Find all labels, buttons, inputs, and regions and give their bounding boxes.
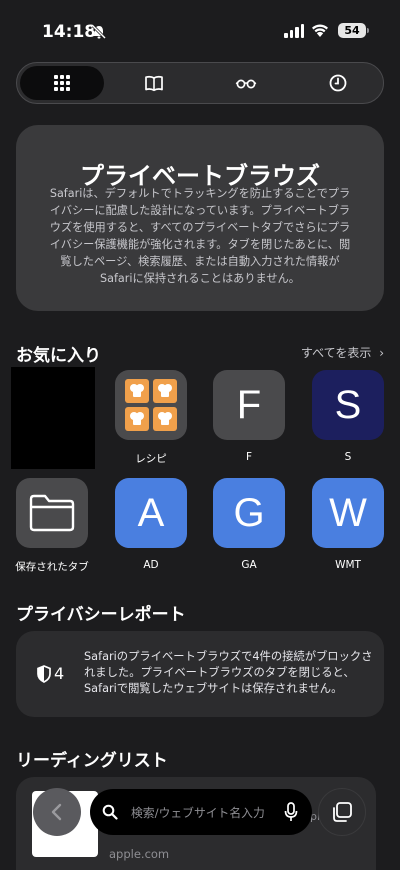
microphone-icon[interactable] — [284, 802, 298, 822]
folder-icon — [29, 494, 75, 532]
redacted-favorite — [11, 367, 95, 469]
favorite-tile: W — [312, 478, 384, 548]
glasses-icon — [235, 79, 257, 89]
bell-slash-icon — [91, 24, 107, 40]
show-all-link[interactable]: すべてを表示 › — [301, 344, 384, 361]
privacy-report-card[interactable]: 4 Safariのプライベートブラウズで4件の接続がブロックされました。プライベ… — [16, 631, 384, 717]
reading-list-tab[interactable] — [204, 66, 288, 100]
cellular-signal-icon — [284, 24, 304, 38]
chevron-right-icon: › — [379, 346, 384, 360]
tab-groups-tab[interactable] — [20, 66, 104, 100]
show-all-label: すべてを表示 — [300, 346, 372, 360]
favorite-tile — [115, 370, 187, 440]
favorite-tile: F — [213, 370, 285, 440]
favorite-wmt[interactable]: W WMT — [311, 478, 385, 571]
favorite-tile — [16, 478, 88, 548]
search-placeholder: 検索/ウェブサイト名入力 — [131, 805, 265, 820]
tabs-overview-button[interactable] — [318, 788, 366, 836]
battery-indicator: 54 — [338, 23, 366, 38]
favorite-label: WMT — [335, 559, 361, 571]
privacy-report-text: Safariのプライベートブラウズで4件の接続がブロックされました。プライベート… — [84, 650, 373, 695]
favorite-tile: A — [115, 478, 187, 548]
search-input[interactable]: 検索/ウェブサイト名入力 — [90, 789, 312, 835]
favorite-label: 保存されたタブ — [15, 561, 89, 573]
favorite-label: GA — [241, 559, 257, 571]
favorite-tile: G — [213, 478, 285, 548]
back-button[interactable] — [33, 788, 81, 836]
favorite-recipes[interactable]: レシピ — [114, 370, 188, 466]
chevron-left-icon — [51, 803, 62, 821]
history-tab[interactable] — [296, 66, 380, 100]
favorite-label: レシピ — [135, 453, 167, 465]
search-icon — [102, 804, 118, 820]
bookmarks-tab[interactable] — [112, 66, 196, 100]
battery-tip — [367, 28, 369, 33]
grid-icon — [54, 75, 70, 91]
reading-list-domain: apple.com — [109, 847, 170, 861]
private-browsing-description: Safariは、デフォルトでトラッキングを防止することでプライバシーに配慮した設… — [49, 187, 351, 285]
favorite-label: AD — [143, 559, 159, 571]
favorite-saved-tabs[interactable]: 保存されたタブ — [14, 478, 90, 574]
reading-list-heading: リーディングリスト — [16, 751, 168, 771]
privacy-report-heading: プライバシーレポート — [16, 605, 186, 625]
shield-icon — [37, 665, 51, 683]
status-bar: 14:18 54 — [0, 0, 400, 60]
favorite-tile: S — [312, 370, 384, 440]
tabs-icon — [333, 802, 352, 822]
favorite-label: F — [245, 451, 253, 463]
favorite-f[interactable]: F F — [212, 370, 286, 463]
private-browsing-card: プライベートブラウズ Safariは、デフォルトでトラッキングを防止することでプ… — [16, 125, 384, 311]
wifi-icon — [312, 24, 328, 37]
favorite-s[interactable]: S S — [311, 370, 385, 463]
favorite-ga[interactable]: G GA — [212, 478, 286, 571]
book-icon — [145, 75, 163, 92]
status-time: 14:18 — [42, 22, 97, 42]
favorite-ad[interactable]: A AD — [114, 478, 188, 571]
favorites-heading: お気に入り — [16, 346, 101, 366]
view-switcher — [16, 62, 384, 104]
recipes-folder-icon — [125, 379, 177, 431]
tracker-count: 4 — [54, 664, 65, 683]
favorite-label: S — [344, 451, 352, 463]
clock-icon — [329, 74, 347, 92]
